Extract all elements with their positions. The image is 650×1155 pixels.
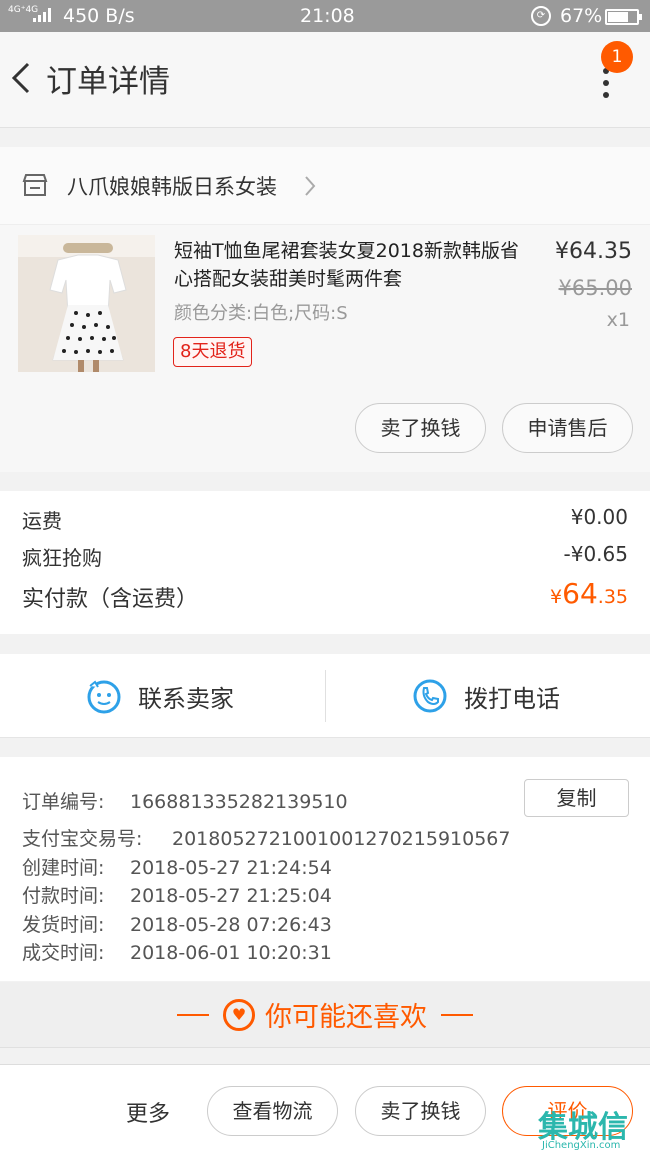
total-currency: ¥ xyxy=(550,586,563,608)
decorative-line-left xyxy=(177,1013,209,1016)
more-button[interactable]: 更多 xyxy=(126,1096,170,1128)
product-title[interactable]: 短袖T恤鱼尾裙套装女夏2018新款韩版省心搭配女装甜美时髦两件套 xyxy=(174,237,530,293)
total-decimal: .35 xyxy=(597,586,628,608)
contact-seller-button[interactable]: 联系卖家 xyxy=(86,654,234,738)
clock: 21:08 xyxy=(300,5,355,27)
shop-name[interactable]: 八爪娘娘韩版日系女装 xyxy=(67,171,277,201)
shipping-value: ¥0.00 xyxy=(570,505,628,529)
discount-label: 疯狂抢购 xyxy=(22,546,102,570)
phone-icon xyxy=(413,679,447,713)
chevron-right-icon xyxy=(305,176,316,196)
nav-bar: 订单详情 1 xyxy=(0,32,650,128)
decorative-line-right xyxy=(441,1013,473,1016)
watermark-url: JiChengXin.com xyxy=(542,1140,621,1151)
network-speed: 450 B/s xyxy=(63,5,135,27)
divider xyxy=(325,670,326,722)
alipay-row: 支付宝交易号: 2018052721001001270215910567 xyxy=(22,824,510,851)
status-bar: 4G⁺4G 450 B/s 21:08 ⟳ 67% xyxy=(0,0,650,32)
battery-percent: 67% xyxy=(560,5,603,27)
done-time-label: 成交时间: xyxy=(22,942,105,964)
done-time: 2018-06-01 10:20:31 xyxy=(130,942,332,964)
paid-time-label: 付款时间: xyxy=(22,885,105,907)
discount-row: 疯狂抢购 -¥0.65 xyxy=(22,542,628,571)
created-time-row: 创建时间: 2018-05-27 21:24:54 xyxy=(22,853,332,880)
call-phone-label: 拨打电话 xyxy=(464,684,560,713)
shipped-time-row: 发货时间: 2018-05-28 07:26:43 xyxy=(22,910,332,937)
watermark-logo: 集城信 JiChengXin.com xyxy=(530,1100,650,1155)
shop-header[interactable]: 八爪娘娘韩版日系女装 xyxy=(0,147,650,225)
product-image[interactable] xyxy=(18,235,155,372)
return-policy-tag: 8天退货 xyxy=(173,337,253,367)
paid-time: 2018-05-27 21:25:04 xyxy=(130,885,332,907)
contact-bar: 联系卖家 拨打电话 xyxy=(0,654,650,738)
paid-time-row: 付款时间: 2018-05-27 21:25:04 xyxy=(22,881,332,908)
recommend-title: 你可能还喜欢 xyxy=(265,1002,427,1033)
total-row: 实付款（含运费） ¥64.35 xyxy=(22,577,628,613)
created-time: 2018-05-27 21:24:54 xyxy=(130,857,332,879)
total-label: 实付款（含运费） xyxy=(22,587,199,612)
contact-seller-label: 联系卖家 xyxy=(138,684,234,713)
done-time-row: 成交时间: 2018-06-01 10:20:31 xyxy=(22,938,332,965)
call-phone-button[interactable]: 拨打电话 xyxy=(412,654,560,738)
order-info: 订单编号: 166881335282139510 复制 支付宝交易号: 201805… xyxy=(0,757,650,981)
shop-icon xyxy=(22,174,48,196)
shipping-label: 运费 xyxy=(22,509,62,533)
recommend-header: ♥ 你可能还喜欢 xyxy=(0,982,650,1048)
cost-summary: 运费 ¥0.00 疯狂抢购 -¥0.65 实付款（含运费） ¥64.35 xyxy=(0,491,650,634)
total-integer: 64 xyxy=(562,577,598,610)
product-quantity: x1 xyxy=(606,309,630,331)
signal-icon xyxy=(33,8,51,22)
alipay-number: 2018052721001001270215910567 xyxy=(172,828,511,850)
total-value: ¥64.35 xyxy=(550,577,628,610)
back-arrow-icon[interactable] xyxy=(8,58,38,98)
created-time-label: 创建时间: xyxy=(22,857,105,879)
order-item-card: 八爪娘娘韩版日系女装 短袖T恤鱼尾裙套装女夏2018新款韩版省心搭配女装甜美时髦… xyxy=(0,147,650,472)
product-sku: 颜色分类:白色;尺码:S xyxy=(174,303,348,324)
order-number-row: 订单编号: 166881335282139510 xyxy=(22,787,348,814)
heart-icon: ♥ xyxy=(223,998,255,1031)
chat-face-icon xyxy=(87,680,121,714)
sell-button[interactable]: 卖了换钱 xyxy=(355,1086,486,1136)
alipay-label: 支付宝交易号: xyxy=(22,828,143,850)
message-badge: 1 xyxy=(601,41,633,73)
sell-for-cash-button[interactable]: 卖了换钱 xyxy=(355,403,486,453)
discount-value: -¥0.65 xyxy=(563,542,628,566)
after-sales-button[interactable]: 申请售后 xyxy=(502,403,633,453)
order-number: 166881335282139510 xyxy=(130,791,348,813)
product-price: ¥64.35 xyxy=(555,239,632,264)
battery-icon xyxy=(605,9,642,25)
original-price: ¥65.00 xyxy=(558,276,632,300)
view-logistics-button[interactable]: 查看物流 xyxy=(207,1086,338,1136)
order-number-label: 订单编号: xyxy=(22,791,105,813)
copy-button[interactable]: 复制 xyxy=(524,779,629,817)
rotation-lock-icon: ⟳ xyxy=(531,6,551,26)
shipped-time-label: 发货时间: xyxy=(22,914,105,936)
page-title: 订单详情 xyxy=(46,64,170,100)
shipped-time: 2018-05-28 07:26:43 xyxy=(130,914,332,936)
shipping-row: 运费 ¥0.00 xyxy=(22,505,628,534)
